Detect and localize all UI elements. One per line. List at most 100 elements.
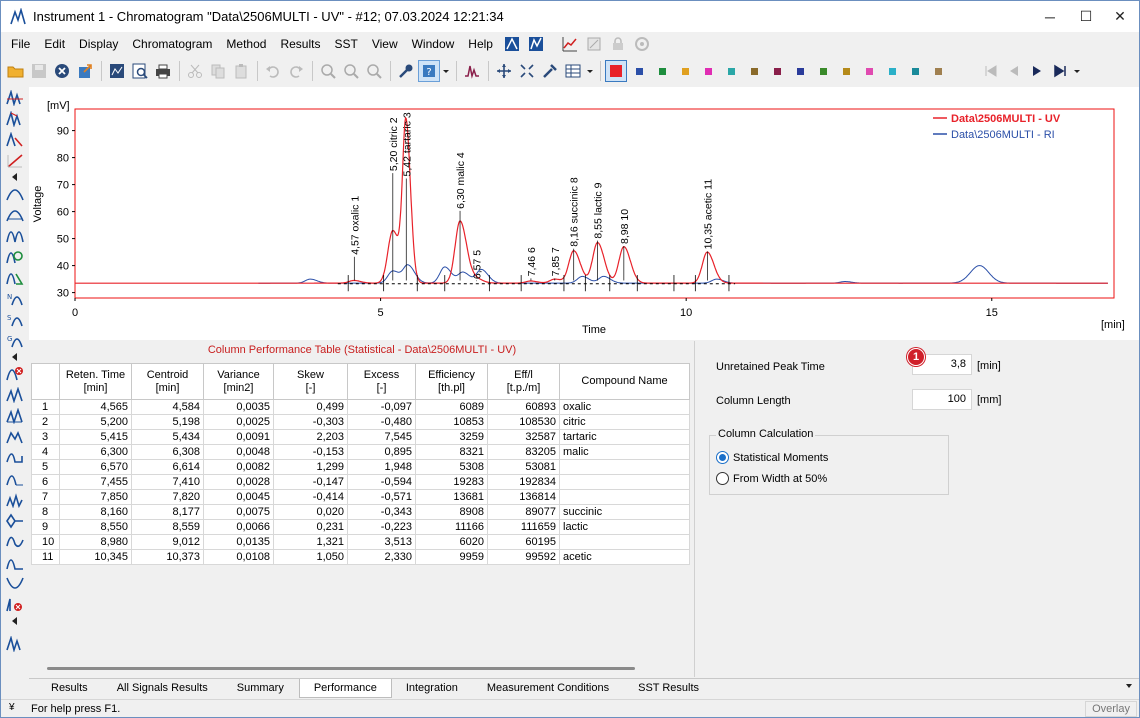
table-row[interactable]: 5 6,570 6,614 0,0082 1,299 1,948 5308 53081 (31, 459, 690, 475)
menu-view[interactable]: View (365, 34, 405, 54)
delete-peak-icon[interactable] (1, 363, 29, 384)
peak-tool-icon[interactable] (1, 447, 29, 468)
dropdown-arrow-icon[interactable] (441, 60, 451, 82)
table-row[interactable]: 3 5,415 5,434 0,0091 2,203 7,545 3259 32587 tart… (31, 429, 690, 445)
menu-results[interactable]: Results (273, 34, 327, 54)
dropdown-arrow-icon[interactable] (585, 60, 595, 82)
image-icon[interactable] (584, 35, 604, 53)
color-swatch[interactable] (889, 67, 896, 75)
color-swatch[interactable] (659, 67, 666, 75)
table-row[interactable]: 2 5,200 5,198 0,0025 -0,303 -0,480 10853 108530… (31, 414, 690, 430)
report-icon[interactable] (106, 60, 128, 82)
statistical-moments-option[interactable]: Statistical Moments (716, 451, 828, 464)
width-at-50-option[interactable]: From Width at 50% (716, 472, 827, 485)
help-context-icon[interactable]: ? (418, 60, 440, 82)
tab-results[interactable]: Results (37, 679, 103, 698)
peak-tool-icon[interactable] (1, 510, 29, 531)
lock-icon[interactable] (608, 35, 628, 53)
close-file-icon[interactable] (51, 60, 73, 82)
move-icon[interactable] (493, 60, 515, 82)
chevron-left-icon[interactable] (1, 351, 29, 363)
table-row[interactable]: 6 7,455 7,410 0,0028 -0,147 -0,594 19283 192834 (31, 474, 690, 490)
peak-tool-icon[interactable]: S (1, 309, 29, 330)
color-swatch[interactable] (866, 67, 873, 75)
redo-icon[interactable] (285, 60, 307, 82)
peak-tool-icon[interactable] (1, 426, 29, 447)
peak-tool-icon[interactable] (1, 183, 29, 204)
open-folder-icon[interactable] (5, 60, 27, 82)
menu-chromatogram[interactable]: Chromatogram (125, 34, 219, 54)
tab-all-signals-results[interactable]: All Signals Results (103, 679, 223, 698)
peak-tool-icon[interactable]: G (1, 330, 29, 351)
color-swatch[interactable] (636, 67, 643, 75)
save-icon[interactable] (28, 60, 50, 82)
peak-tool-icon[interactable] (1, 468, 29, 489)
column-header[interactable]: Excess [-] (347, 363, 416, 400)
zoom-reset-icon[interactable] (363, 60, 385, 82)
first-chromatogram-icon[interactable] (980, 60, 1002, 82)
menu-sst[interactable]: SST (327, 34, 364, 54)
last-chromatogram-icon[interactable] (1049, 60, 1071, 82)
color-swatch[interactable] (682, 67, 689, 75)
peak-tool-icon[interactable] (1, 384, 29, 405)
chart-canvas[interactable]: 30 40 50 60 70 80 90 0 5 10 15 [mV] Voltage Time [min]… (29, 87, 1139, 340)
peak-tool-icon[interactable] (1, 405, 29, 426)
color-swatch[interactable] (705, 67, 712, 75)
peak-tool-icon[interactable] (1, 246, 29, 267)
radio-unchecked[interactable] (716, 472, 729, 485)
export-icon[interactable] (74, 60, 96, 82)
properties-icon[interactable] (395, 60, 417, 82)
menu-display[interactable]: Display (72, 34, 125, 54)
calibration-icon[interactable] (526, 35, 546, 53)
horizontal-scrollbar[interactable] (47, 667, 635, 670)
table-row[interactable]: 8 8,160 8,177 0,0075 0,020 -0,343 8908 89077 suc… (31, 504, 690, 520)
column-length-input[interactable]: 100 (912, 389, 972, 410)
peak-tool-icon[interactable] (1, 150, 29, 171)
peak-tool-icon[interactable] (1, 489, 29, 510)
fit-icon[interactable] (516, 60, 538, 82)
column-header[interactable]: Centroid [min] (131, 363, 204, 400)
peak-tool-icon[interactable] (1, 573, 29, 594)
column-header[interactable]: Efficiency [th.pl] (415, 363, 488, 400)
compare-icon[interactable] (502, 35, 522, 53)
print-preview-icon[interactable] (129, 60, 151, 82)
menu-help[interactable]: Help (461, 34, 500, 54)
color-swatch[interactable] (728, 67, 735, 75)
column-header[interactable]: Skew [-] (273, 363, 348, 400)
color-red-button[interactable] (605, 60, 627, 82)
close-button[interactable]: ✕ (1097, 1, 1140, 32)
peak-tool-icon[interactable] (1, 531, 29, 552)
peak-tool-icon[interactable] (1, 108, 29, 129)
next-chromatogram-icon[interactable] (1026, 60, 1048, 82)
chevron-left-icon[interactable] (1, 171, 29, 183)
tabs-scroll-icon[interactable] (1125, 681, 1133, 693)
column-header[interactable]: Eff/l [t.p./m] (487, 363, 560, 400)
print-icon[interactable] (152, 60, 174, 82)
menu-file[interactable]: File (4, 34, 37, 54)
peak-tool-icon[interactable] (1, 267, 29, 288)
panel-toggle-icon[interactable]: ¥ (9, 702, 15, 713)
table-row[interactable]: 11 10,345 10,373 0,0108 1,050 2,330 9959 99592 a… (31, 549, 690, 565)
color-swatch[interactable] (820, 67, 827, 75)
color-swatch[interactable] (751, 67, 758, 75)
cut-icon[interactable] (184, 60, 206, 82)
zoom-out-icon[interactable] (340, 60, 362, 82)
radio-checked[interactable] (716, 451, 729, 464)
dropdown-arrow-icon[interactable] (1072, 60, 1082, 82)
peak-tool-icon[interactable] (1, 633, 29, 654)
chevron-left-icon[interactable] (1, 615, 29, 627)
column-header[interactable]: Variance [min2] (203, 363, 274, 400)
menu-method[interactable]: Method (219, 34, 273, 54)
tab-performance[interactable]: Performance (298, 679, 392, 698)
paste-icon[interactable] (230, 60, 252, 82)
chromatogram-chart[interactable]: 30 40 50 60 70 80 90 0 5 10 15 [mV] Voltage Time [min]… (29, 87, 1139, 340)
color-swatch[interactable] (935, 67, 942, 75)
copy-icon[interactable] (207, 60, 229, 82)
color-swatch[interactable] (797, 67, 804, 75)
peak-tool-icon[interactable] (1, 552, 29, 573)
table-row[interactable]: 7 7,850 7,820 0,0045 -0,414 -0,571 13681 136814 (31, 489, 690, 505)
column-header[interactable] (31, 363, 60, 400)
table-row[interactable]: 1 4,565 4,584 0,0035 0,499 -0,097 6089 60893 oxa… (31, 399, 690, 415)
column-header[interactable]: Reten. Time [min] (59, 363, 132, 400)
undo-icon[interactable] (262, 60, 284, 82)
